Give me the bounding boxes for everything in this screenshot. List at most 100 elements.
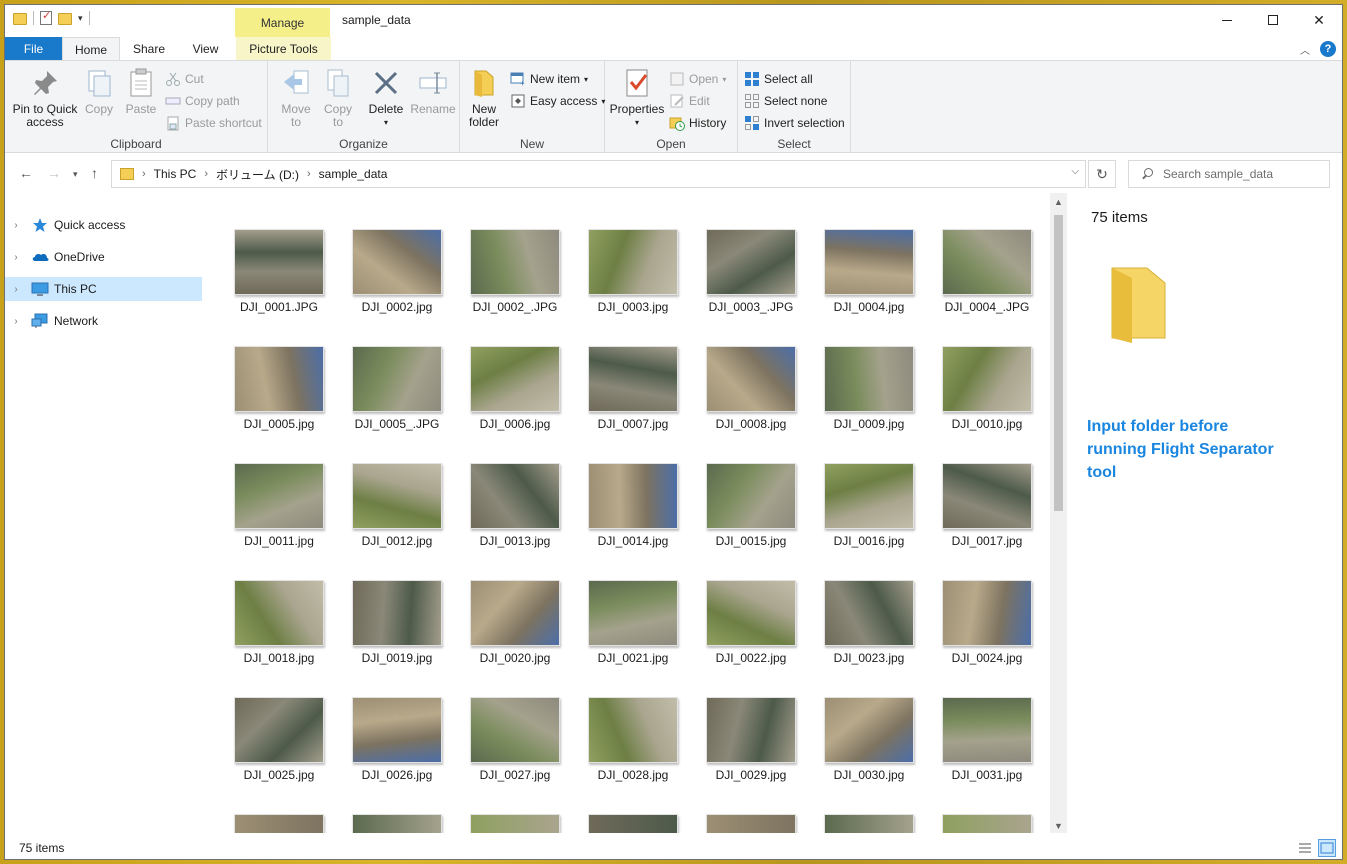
image-thumbnail[interactable] <box>706 814 796 833</box>
file-item[interactable]: DJI_0031.jpg <box>928 697 1046 809</box>
nav-item-quick-access[interactable]: › Quick access <box>5 213 202 237</box>
file-item[interactable]: DJI_0003.jpg <box>574 229 692 341</box>
minimize-ribbon-icon[interactable]: ︿ <box>1300 42 1310 57</box>
up-arrow-icon[interactable]: ↑ <box>91 165 98 181</box>
address-bar[interactable]: › This PC › ボリューム (D:) › sample_data ⌵ <box>111 160 1086 188</box>
file-item[interactable]: DJI_0021.jpg <box>574 580 692 692</box>
file-item[interactable]: DJI_0002.jpg <box>338 229 456 341</box>
paste-shortcut-button[interactable]: Paste shortcut <box>165 113 262 133</box>
file-item[interactable]: DJI_0017.jpg <box>928 463 1046 575</box>
nav-item-this-pc[interactable]: › This PC <box>5 277 202 301</box>
file-item[interactable]: DJI_0018.jpg <box>220 580 338 692</box>
file-item[interactable]: DJI_0004_.JPG <box>928 229 1046 341</box>
file-item[interactable]: DJI_0016.jpg <box>810 463 928 575</box>
image-thumbnail[interactable] <box>942 814 1032 833</box>
manage-contextual-tab[interactable]: Manage <box>235 8 330 37</box>
file-item[interactable]: DJI_0030.jpg <box>810 697 928 809</box>
properties-dropdown-icon[interactable]: ▾ <box>609 116 665 129</box>
file-item[interactable]: DJI_0012.jpg <box>338 463 456 575</box>
history-button[interactable]: History <box>669 113 726 133</box>
tab-file[interactable]: File <box>5 37 62 60</box>
address-dropdown-icon[interactable]: ⌵ <box>1071 166 1079 177</box>
file-item[interactable]: DJI_0010.jpg <box>928 346 1046 458</box>
image-thumbnail[interactable] <box>824 814 914 833</box>
vertical-scrollbar[interactable]: ▲ ▼ <box>1050 193 1067 833</box>
tab-picture-tools[interactable]: Picture Tools <box>236 37 331 60</box>
easy-access-button[interactable]: Easy access ▾ <box>510 91 605 111</box>
file-item[interactable]: DJI_0003_.JPG <box>692 229 810 341</box>
copy-to-button[interactable]: Copy to <box>318 67 358 129</box>
expand-chevron-icon[interactable]: › <box>7 220 25 231</box>
breadcrumb-sample-data[interactable]: sample_data <box>319 167 388 181</box>
breadcrumb-volume-d[interactable]: ボリューム (D:) <box>216 166 299 183</box>
rename-button[interactable]: Rename <box>410 67 456 116</box>
maximize-button[interactable] <box>1250 5 1296 35</box>
file-item[interactable]: DJI_0005_.JPG <box>338 346 456 458</box>
tab-share[interactable]: Share <box>120 37 178 60</box>
delete-dropdown-icon[interactable]: ▾ <box>366 116 406 129</box>
tab-view[interactable]: View <box>178 37 233 60</box>
properties-icon[interactable] <box>40 9 52 25</box>
file-item[interactable]: DJI_0011.jpg <box>220 463 338 575</box>
paste-button[interactable]: Paste <box>123 67 159 116</box>
customize-toolbar-icon[interactable]: ▾ <box>78 13 83 24</box>
image-thumbnail[interactable] <box>352 814 442 833</box>
nav-item-onedrive[interactable]: › OneDrive <box>5 245 202 269</box>
pin-to-quick-access-button[interactable]: Pin to Quick access <box>11 67 79 129</box>
copy-button[interactable]: Copy <box>81 67 117 116</box>
file-item[interactable]: DJI_0029.jpg <box>692 697 810 809</box>
forward-arrow-icon[interactable]: → <box>47 165 61 181</box>
file-item[interactable]: DJI_0028.jpg <box>574 697 692 809</box>
image-thumbnail[interactable] <box>470 814 560 833</box>
recent-locations-icon[interactable]: ▾ <box>73 169 78 180</box>
file-item[interactable]: DJI_0006.jpg <box>456 346 574 458</box>
properties-button[interactable]: Properties ▾ <box>609 67 665 129</box>
scrollbar-thumb[interactable] <box>1054 215 1063 511</box>
tab-home[interactable]: Home <box>62 37 120 60</box>
new-item-button[interactable]: + New item ▾ <box>510 69 588 89</box>
file-item[interactable]: DJI_0024.jpg <box>928 580 1046 692</box>
file-item[interactable]: DJI_0002_.JPG <box>456 229 574 341</box>
invert-selection-button[interactable]: Invert selection <box>744 113 845 133</box>
close-button[interactable]: ✕ <box>1296 5 1342 35</box>
scroll-up-icon[interactable]: ▲ <box>1050 197 1067 207</box>
file-item[interactable]: DJI_0004.jpg <box>810 229 928 341</box>
file-item[interactable]: DJI_0015.jpg <box>692 463 810 575</box>
search-box[interactable]: Search sample_data <box>1128 160 1330 188</box>
new-folder-button[interactable]: New folder <box>464 67 504 129</box>
select-none-button[interactable]: Select none <box>744 91 827 111</box>
move-to-button[interactable]: Move to <box>276 67 316 129</box>
file-item[interactable]: DJI_0027.jpg <box>456 697 574 809</box>
file-item[interactable]: DJI_0014.jpg <box>574 463 692 575</box>
file-item[interactable]: DJI_0009.jpg <box>810 346 928 458</box>
file-item[interactable]: DJI_0008.jpg <box>692 346 810 458</box>
expand-chevron-icon[interactable]: › <box>7 252 25 263</box>
breadcrumb-this-pc[interactable]: This PC <box>154 167 197 181</box>
new-folder-icon[interactable] <box>58 13 72 25</box>
breadcrumb-chevron-icon[interactable]: › <box>307 168 311 180</box>
image-thumbnail[interactable] <box>234 814 324 833</box>
cut-button[interactable]: Cut <box>165 69 204 89</box>
copy-path-button[interactable]: Copy path <box>165 91 240 111</box>
delete-button[interactable]: Delete ▾ <box>366 67 406 129</box>
file-item[interactable]: DJI_0025.jpg <box>220 697 338 809</box>
expand-chevron-icon[interactable]: › <box>7 284 25 295</box>
edit-button[interactable]: Edit <box>669 91 710 111</box>
refresh-button[interactable]: ↻ <box>1088 160 1116 188</box>
details-view-button[interactable] <box>1296 839 1314 857</box>
file-item[interactable]: DJI_0019.jpg <box>338 580 456 692</box>
breadcrumb-chevron-icon[interactable]: › <box>142 168 146 180</box>
select-all-button[interactable]: Select all <box>744 69 813 89</box>
file-item[interactable]: DJI_0022.jpg <box>692 580 810 692</box>
expand-chevron-icon[interactable]: › <box>7 316 25 327</box>
file-item[interactable]: DJI_0005.jpg <box>220 346 338 458</box>
file-item[interactable]: DJI_0007.jpg <box>574 346 692 458</box>
large-icons-view-button[interactable] <box>1318 839 1336 857</box>
file-item[interactable]: DJI_0013.jpg <box>456 463 574 575</box>
file-item[interactable]: DJI_0026.jpg <box>338 697 456 809</box>
file-item[interactable]: DJI_0023.jpg <box>810 580 928 692</box>
file-item[interactable]: DJI_0001.JPG <box>220 229 338 341</box>
help-icon[interactable]: ? <box>1320 41 1336 57</box>
open-button[interactable]: Open ▾ <box>669 69 726 89</box>
breadcrumb-chevron-icon[interactable]: › <box>204 168 208 180</box>
